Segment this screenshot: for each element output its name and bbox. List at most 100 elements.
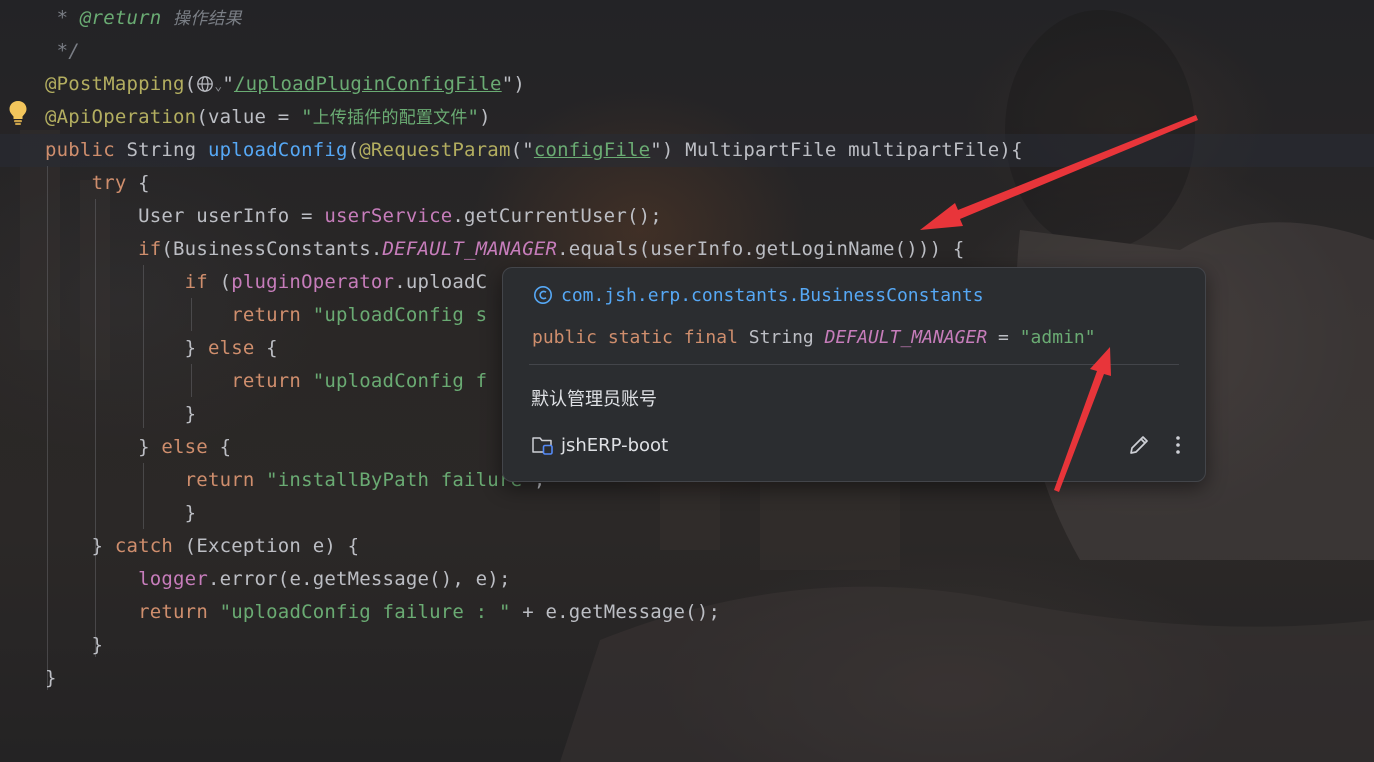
decl-equals: = <box>998 327 1009 348</box>
popup-description: 默认管理员账号 <box>531 389 657 410</box>
code-token: if <box>184 271 208 293</box>
code-line[interactable]: } else { <box>45 431 231 464</box>
code-line[interactable]: if(BusinessConstants.DEFAULT_MANAGER.equ… <box>45 233 965 266</box>
code-token: } <box>45 337 208 359</box>
module-name: jshERP-boot <box>561 435 669 456</box>
code-token: else <box>161 436 208 458</box>
class-c-icon <box>534 286 552 304</box>
code-line[interactable]: return "uploadConfig s <box>45 299 487 332</box>
code-line[interactable]: try { <box>45 167 150 200</box>
code-line[interactable]: } <box>45 497 196 530</box>
code-line[interactable]: * @return 操作结果 <box>45 2 242 35</box>
code-token: ") <box>501 73 525 95</box>
code-token: { <box>207 436 232 458</box>
code-token: ( <box>184 73 197 95</box>
code-token: "uploadConfig s <box>312 304 488 326</box>
code-token: return <box>231 304 302 326</box>
code-token: return <box>138 601 208 623</box>
class-path-link[interactable]: com.jsh.erp.constants.BusinessConstants <box>561 285 984 306</box>
code-token: */ <box>45 40 80 62</box>
code-token: return <box>231 370 302 392</box>
code-line[interactable]: } catch (Exception e) { <box>45 530 360 563</box>
code-token: " <box>301 106 313 128</box>
code-line[interactable]: } else { <box>45 332 278 365</box>
code-token: (" <box>510 139 534 161</box>
code-token: .error(e.getMessage(), e); <box>207 568 511 590</box>
quick-documentation-popup[interactable]: com.jsh.erp.constants.BusinessConstants … <box>502 267 1206 482</box>
code-line[interactable]: public String uploadConfig(@RequestParam… <box>45 134 1023 167</box>
code-token: User userInfo = <box>45 205 325 227</box>
code-token: logger <box>138 568 208 590</box>
popup-module-row: jshERP-boot <box>531 432 668 460</box>
code-token: "installByPath failure" <box>266 469 534 491</box>
code-token: (Exception e) { <box>173 535 360 557</box>
code-token: 上传插件的配置文件 <box>312 108 468 128</box>
code-token: DEFAULT_MANAGER <box>382 238 558 260</box>
code-token: else <box>207 337 255 359</box>
code-token: configFile <box>533 139 651 161</box>
code-token: { <box>254 337 278 359</box>
code-token: " <box>467 106 480 128</box>
code-token: "uploadConfig f <box>312 370 488 392</box>
code-line[interactable]: @PostMapping(⌄"/uploadPluginConfigFile") <box>45 68 525 101</box>
intention-bulb-icon[interactable] <box>8 100 28 126</box>
code-token: .equals(userInfo.getLoginName())) { <box>557 238 965 260</box>
code-line[interactable]: return "installByPath failure"; <box>45 464 546 497</box>
code-line[interactable]: @ApiOperation(value = "上传插件的配置文件") <box>45 101 491 134</box>
more-vertical-icon[interactable] <box>1167 432 1189 458</box>
code-token: ") MultipartFile multipartFile){ <box>650 139 1023 161</box>
code-token: } <box>45 535 115 557</box>
code-token: ( <box>347 139 360 161</box>
code-line[interactable]: return "uploadConfig f <box>45 365 487 398</box>
code-line[interactable]: */ <box>45 35 80 68</box>
code-token: public <box>45 139 115 161</box>
code-line[interactable]: return "uploadConfig failure : " + e.get… <box>45 596 720 629</box>
code-token: "uploadConfig failure : " <box>219 601 511 623</box>
code-token: " <box>222 73 234 95</box>
popup-divider <box>529 364 1179 365</box>
code-token: 操作结果 <box>173 9 242 29</box>
code-token: .getCurrentUser(); <box>452 205 662 227</box>
globe-icon[interactable]: ⌄ <box>196 73 222 95</box>
code-line[interactable]: logger.error(e.getMessage(), e); <box>45 563 511 596</box>
code-token: @PostMapping <box>45 73 185 95</box>
code-token: ( <box>207 271 232 293</box>
code-token: pluginOperator <box>231 271 395 293</box>
code-line[interactable]: User userInfo = userService.getCurrentUs… <box>45 200 662 233</box>
code-token: return <box>184 469 255 491</box>
code-token: uploadConfig <box>207 139 348 161</box>
code-token: ) <box>479 106 491 128</box>
popup-class-path-row[interactable]: com.jsh.erp.constants.BusinessConstants <box>533 282 984 310</box>
popup-declaration: public static final String DEFAULT_MANAG… <box>532 324 1096 352</box>
code-token: try <box>91 172 127 194</box>
code-token: @RequestParam <box>359 139 511 161</box>
edit-pencil-icon[interactable] <box>1127 432 1151 458</box>
code-token: /uploadPluginConfigFile <box>233 73 502 95</box>
code-token: { <box>126 172 150 194</box>
code-token: } <box>45 667 57 689</box>
code-token: } <box>45 436 162 458</box>
code-token: @return <box>79 7 162 29</box>
code-token: catch <box>114 535 174 557</box>
code-line[interactable]: } <box>45 662 57 695</box>
code-line[interactable]: if (pluginOperator.uploadC <box>45 266 487 299</box>
code-token: if <box>138 238 162 260</box>
code-line[interactable]: } <box>45 398 196 431</box>
module-folder-icon <box>532 437 553 455</box>
code-token: userService <box>324 205 453 227</box>
code-token: String <box>114 139 208 161</box>
code-line[interactable]: } <box>45 629 103 662</box>
decl-name: DEFAULT_MANAGER <box>824 327 988 348</box>
